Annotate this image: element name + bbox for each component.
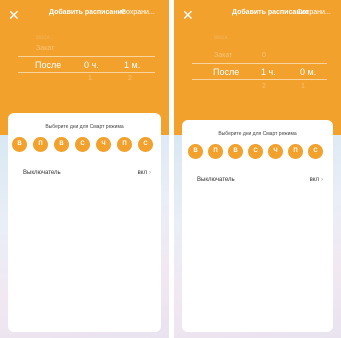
picker-mode-faint[interactable]: Восх. [36, 35, 51, 41]
save-button[interactable]: Сохрани... [121, 9, 155, 16]
picker-minutes-below[interactable]: 2 [128, 75, 132, 82]
picker-hours-below[interactable]: 2 [262, 83, 266, 90]
top-bar: ✕ Добавить расписание Сохрани... [174, 6, 341, 28]
minutes-unit: м. [131, 60, 141, 70]
top-bar: ✕ Добавить расписание Сохрани... [0, 6, 169, 28]
hours-value: 1 [261, 67, 267, 77]
day-button-sun[interactable]: В [12, 137, 27, 152]
picker-hours-below[interactable]: 1 [88, 75, 92, 82]
schedule-screen-right: ✕ Добавить расписание Сохрани... Восх. З… [174, 0, 341, 338]
picker-mode-above[interactable]: Закат [36, 45, 54, 52]
switch-value: вкл › [137, 170, 151, 176]
save-button[interactable]: Сохрани... [297, 9, 331, 16]
day-button-wed[interactable]: С [75, 137, 90, 152]
picker-divider-bottom [192, 79, 327, 80]
day-button-tue[interactable]: В [228, 144, 243, 159]
picker-divider-top [18, 56, 155, 57]
day-button-tue[interactable]: В [54, 137, 69, 152]
picker-mode-selected[interactable]: После [35, 60, 61, 70]
day-button-fri[interactable]: П [117, 137, 132, 152]
switch-row[interactable]: Выключатель вкл › [197, 177, 323, 187]
picker-mode-faint[interactable]: Восх. [214, 35, 229, 41]
close-icon[interactable]: ✕ [8, 6, 20, 24]
picker-hours-selected[interactable]: 0 ч. [84, 60, 99, 70]
picker-hours-selected[interactable]: 1 ч. [261, 67, 276, 77]
minutes-value: 1 [124, 60, 130, 70]
picker-mode-above[interactable]: Закат [214, 52, 232, 59]
picker-divider-bottom [18, 72, 155, 73]
picker-hours-above[interactable]: 0 [262, 52, 266, 59]
schedule-screen-left: ✕ Добавить расписание Сохрани... Восх. З… [0, 0, 169, 338]
switch-label: Выключатель [197, 177, 235, 183]
day-button-sat[interactable]: С [138, 137, 153, 152]
chevron-right-icon: › [149, 170, 151, 176]
close-icon[interactable]: ✕ [182, 6, 194, 24]
page-title: Добавить расписание [49, 9, 126, 16]
hours-unit: ч. [91, 60, 99, 70]
chevron-right-icon: › [321, 177, 323, 183]
day-button-sun[interactable]: В [188, 144, 203, 159]
day-selector: В П В С Ч П С [8, 137, 161, 153]
day-button-thu[interactable]: Ч [268, 144, 283, 159]
picker-mode-selected[interactable]: После [213, 67, 239, 77]
picker-divider-top [192, 63, 327, 64]
switch-label: Выключатель [23, 170, 61, 176]
card-title: Выберите дни для Смарт режима [218, 131, 297, 137]
time-picker[interactable]: Восх. Закат После 0 ч. 1 м. 1 2 [0, 30, 169, 108]
day-button-sat[interactable]: С [308, 144, 323, 159]
switch-row[interactable]: Выключатель вкл › [23, 170, 151, 180]
switch-value: вкл › [309, 177, 323, 183]
time-picker[interactable]: Восх. Закат 0 После 1 ч. 0 м. 2 1 [174, 30, 341, 108]
hours-unit: ч. [268, 67, 276, 77]
picker-minutes-selected[interactable]: 0 м. [300, 67, 316, 77]
day-button-mon[interactable]: П [33, 137, 48, 152]
day-button-fri[interactable]: П [288, 144, 303, 159]
picker-minutes-selected[interactable]: 1 м. [124, 60, 140, 70]
card-title: Выберите дни для Смарт режима [45, 124, 124, 130]
minutes-value: 0 [300, 67, 306, 77]
day-button-wed[interactable]: С [248, 144, 263, 159]
day-selector: В П В С Ч П С [182, 144, 333, 160]
minutes-unit: м. [307, 67, 317, 77]
smart-mode-card: Выберите дни для Смарт режима В П В С Ч … [8, 113, 161, 332]
hours-value: 0 [84, 60, 90, 70]
smart-mode-card: Выберите дни для Смарт режима В П В С Ч … [182, 120, 333, 332]
day-button-mon[interactable]: П [208, 144, 223, 159]
picker-minutes-below[interactable]: 1 [301, 83, 305, 90]
day-button-thu[interactable]: Ч [96, 137, 111, 152]
